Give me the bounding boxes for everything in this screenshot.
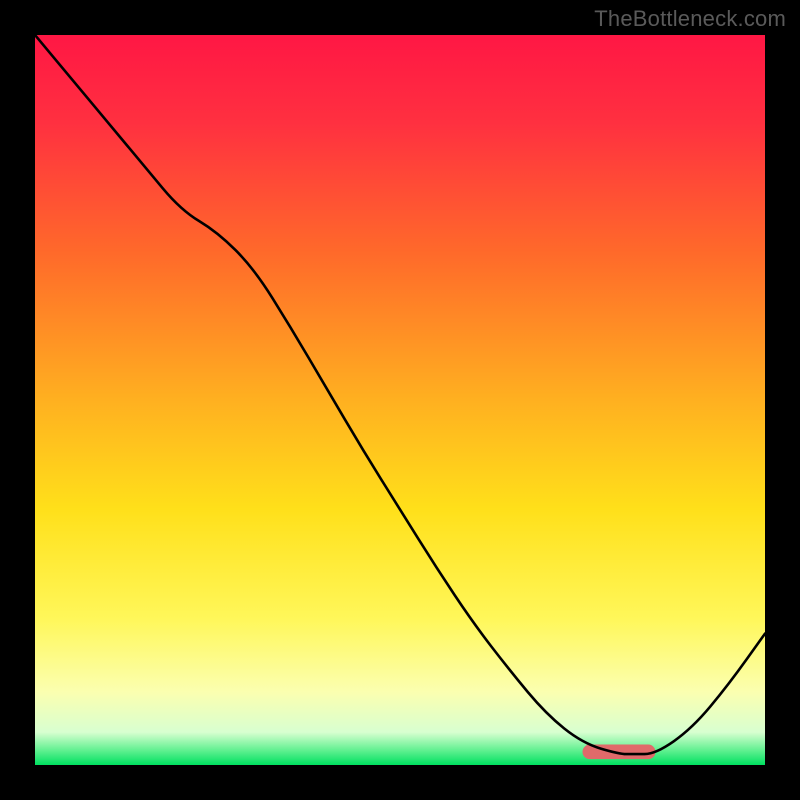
plot-area [35,35,765,765]
chart-stage: TheBottleneck.com [0,0,800,800]
gradient-background [35,35,765,765]
bottleneck-chart [35,35,765,765]
watermark-text: TheBottleneck.com [594,6,786,32]
